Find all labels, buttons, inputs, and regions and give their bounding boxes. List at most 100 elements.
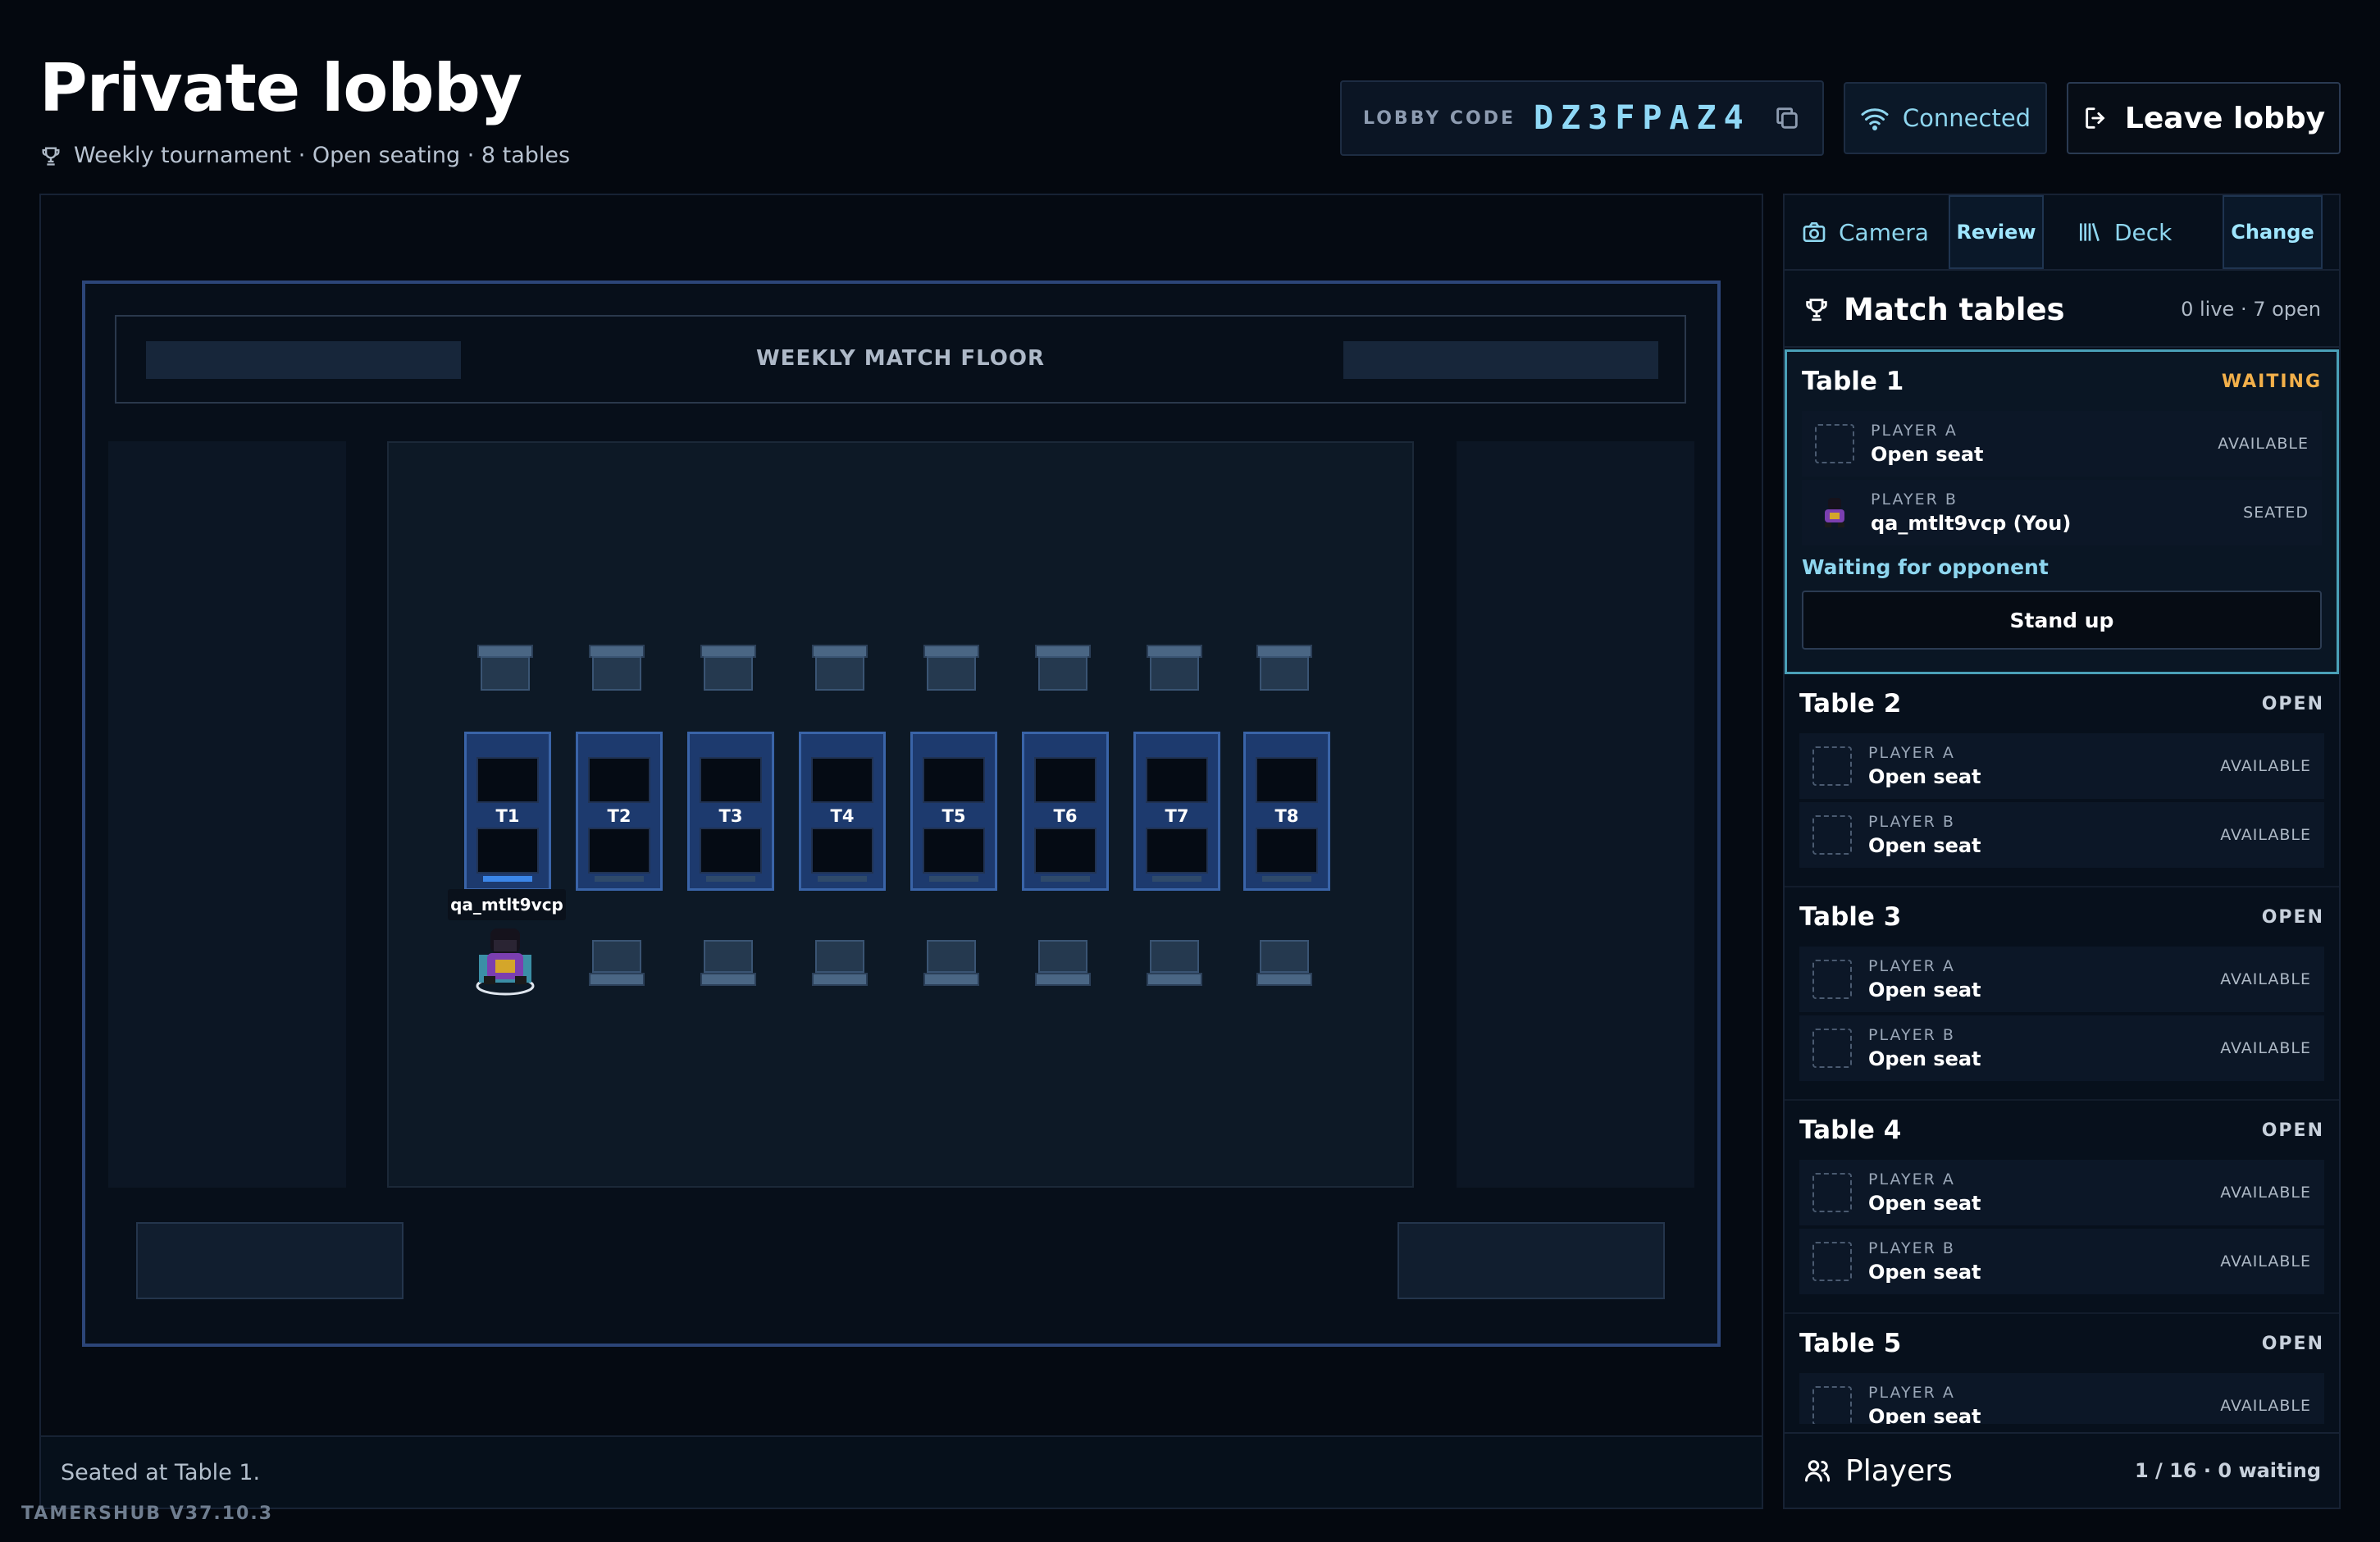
- stand-up-button[interactable]: Stand up: [1802, 591, 2322, 650]
- match-tables-summary: 0 live · 7 open: [2181, 298, 2321, 321]
- seat-role: PLAYER B: [1868, 1239, 1955, 1257]
- chair-top[interactable]: [589, 645, 645, 691]
- match-table[interactable]: T5: [910, 732, 997, 891]
- leave-lobby-button[interactable]: Leave lobby: [2067, 82, 2341, 154]
- trophy-icon: [1806, 299, 1827, 322]
- chair-top[interactable]: [923, 645, 979, 691]
- chair-bottom[interactable]: [1256, 940, 1312, 986]
- chair-top[interactable]: [477, 645, 533, 691]
- seat-slot[interactable]: PLAYER B Open seat AVAILABLE: [1799, 802, 2324, 868]
- chair-top[interactable]: [812, 645, 868, 691]
- seat-status: AVAILABLE: [2220, 1184, 2311, 1202]
- seat-role: PLAYER A: [1868, 1384, 1955, 1402]
- seat-occupant: Open seat: [1868, 1047, 1981, 1070]
- chair-bottom[interactable]: [812, 940, 868, 986]
- seat-slot[interactable]: PLAYER B qa_mtlt9vcp (You) SEATED: [1802, 480, 2322, 545]
- players-label: Players: [1845, 1453, 1953, 1488]
- floor-box-left: [136, 1222, 404, 1299]
- empty-seat-icon: [1812, 1386, 1852, 1424]
- table-card[interactable]: Table 1 WAITING PLAYER A Open seat AVAIL…: [1785, 349, 2339, 674]
- seat-slot[interactable]: PLAYER A Open seat AVAILABLE: [1802, 411, 2322, 477]
- table-list: Table 1 WAITING PLAYER A Open seat AVAIL…: [1785, 349, 2339, 1424]
- table-name: Table 3: [1799, 902, 1902, 932]
- players-summary: 1 / 16 · 0 waiting: [2134, 1459, 2321, 1482]
- seat-occupant: Open seat: [1868, 1261, 1981, 1284]
- chair-bottom[interactable]: [1147, 940, 1202, 986]
- seat-role: PLAYER B: [1868, 813, 1955, 831]
- lobby-subtitle: Weekly tournament · Open seating · 8 tab…: [39, 143, 570, 168]
- match-tables-title: Match tables: [1844, 291, 2065, 327]
- chair-top[interactable]: [1147, 645, 1202, 691]
- players-footer[interactable]: Players 1 / 16 · 0 waiting: [1785, 1432, 2339, 1508]
- table-name: Table 1: [1802, 367, 1904, 396]
- panel-tabs: Camera Review Deck Change: [1785, 195, 2339, 271]
- tab-deck-label: Deck: [2114, 218, 2173, 246]
- table-label: T1: [495, 806, 520, 826]
- change-deck-button[interactable]: Change: [2223, 195, 2323, 269]
- page-title: Private lobby: [39, 50, 522, 126]
- seat-slot[interactable]: PLAYER A Open seat AVAILABLE: [1799, 1373, 2324, 1424]
- chair-bottom[interactable]: [923, 940, 979, 986]
- table-state-badge: OPEN: [2261, 906, 2324, 928]
- table-label: T6: [1053, 806, 1078, 826]
- copy-icon[interactable]: [1773, 104, 1801, 132]
- seat-occupant: Open seat: [1868, 1405, 1981, 1424]
- connection-label: Connected: [1902, 104, 2031, 132]
- lobby-code-label: LOBBY CODE: [1363, 107, 1516, 129]
- seat-role: PLAYER B: [1868, 1026, 1955, 1044]
- map-status-bar: Seated at Table 1.: [41, 1435, 1762, 1508]
- seat-slot[interactable]: PLAYER B Open seat AVAILABLE: [1799, 1015, 2324, 1081]
- seat-occupant: qa_mtlt9vcp (You): [1871, 512, 2072, 535]
- seat-slot[interactable]: PLAYER A Open seat AVAILABLE: [1799, 1160, 2324, 1225]
- tab-deck[interactable]: Deck: [2077, 195, 2208, 269]
- seat-role: PLAYER A: [1871, 422, 1958, 440]
- player-avatar-icon: [1825, 498, 1844, 527]
- floor-box-right: [1397, 1222, 1665, 1299]
- player-avatar[interactable]: [471, 922, 540, 996]
- waiting-message: Waiting for opponent: [1802, 555, 2049, 579]
- match-table[interactable]: T1: [464, 732, 551, 891]
- library-icon: [2080, 222, 2100, 242]
- lobby-code-box: LOBBY CODE DZ3FPAZ4: [1340, 80, 1824, 156]
- seat-status: SEATED: [2243, 504, 2309, 522]
- table-card[interactable]: Table 5 OPEN PLAYER A Open seat AVAILABL…: [1785, 1314, 2339, 1424]
- match-table[interactable]: T4: [799, 732, 886, 891]
- seat-slot[interactable]: PLAYER A Open seat AVAILABLE: [1799, 733, 2324, 799]
- seat-slot[interactable]: PLAYER A Open seat AVAILABLE: [1799, 947, 2324, 1012]
- trophy-icon: [42, 147, 60, 166]
- table-card[interactable]: Table 4 OPEN PLAYER A Open seat AVAILABL…: [1785, 1101, 2339, 1314]
- review-button[interactable]: Review: [1949, 195, 2044, 269]
- chair-top[interactable]: [1256, 645, 1312, 691]
- match-table[interactable]: T3: [687, 732, 774, 891]
- seat-occupant: Open seat: [1871, 443, 1984, 466]
- table-label: T8: [1274, 806, 1299, 826]
- table-label: T3: [718, 806, 743, 826]
- match-table[interactable]: T8: [1243, 732, 1330, 891]
- chair-top[interactable]: [700, 645, 756, 691]
- subtitle-text: Weekly tournament · Open seating · 8 tab…: [74, 143, 571, 168]
- floor-banner: WEEKLY MATCH FLOOR: [115, 315, 1686, 404]
- chair-bottom[interactable]: [589, 940, 645, 986]
- users-icon: [1805, 1460, 1831, 1482]
- leave-lobby-label: Leave lobby: [2124, 101, 2326, 135]
- chair-bottom[interactable]: [1035, 940, 1091, 986]
- seat-status: AVAILABLE: [2220, 1039, 2311, 1057]
- seat-status: AVAILABLE: [2220, 826, 2311, 844]
- table-card[interactable]: Table 3 OPEN PLAYER A Open seat AVAILABL…: [1785, 887, 2339, 1101]
- seat-role: PLAYER A: [1868, 1170, 1955, 1188]
- match-table[interactable]: T6: [1022, 732, 1109, 891]
- floor-side-left: [108, 441, 346, 1188]
- seat-occupant: Open seat: [1868, 834, 1981, 857]
- seat-slot[interactable]: PLAYER B Open seat AVAILABLE: [1799, 1229, 2324, 1294]
- table-card[interactable]: Table 2 OPEN PLAYER A Open seat AVAILABL…: [1785, 674, 2339, 887]
- match-table[interactable]: T7: [1133, 732, 1220, 891]
- table-name: Table 2: [1799, 689, 1902, 719]
- table-name: Table 4: [1799, 1115, 1902, 1145]
- seat-role: PLAYER B: [1871, 490, 1958, 509]
- match-table[interactable]: T2: [576, 732, 663, 891]
- chair-top[interactable]: [1035, 645, 1091, 691]
- table-state-badge: OPEN: [2261, 1120, 2324, 1141]
- tab-camera[interactable]: Camera: [1801, 195, 1949, 269]
- table-name: Table 5: [1799, 1329, 1902, 1358]
- chair-bottom[interactable]: [700, 940, 756, 986]
